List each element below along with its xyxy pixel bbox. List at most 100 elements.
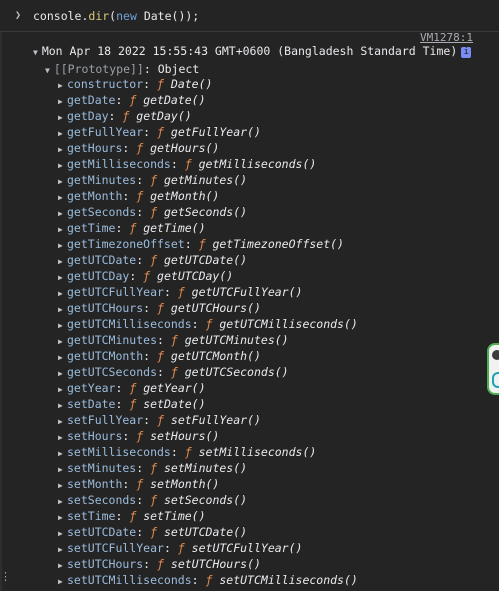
resize-handle-icon[interactable]: ⋮ bbox=[0, 570, 11, 583]
property-row[interactable]: ▶ setSeconds: ƒ setSeconds() bbox=[58, 492, 358, 508]
property-row[interactable]: ▶ getHours: ƒ getHours() bbox=[58, 140, 358, 156]
function-name: setDate() bbox=[143, 397, 206, 411]
source-link[interactable]: VM1278:1 bbox=[420, 31, 473, 44]
console-gutter bbox=[0, 32, 2, 591]
property-row[interactable]: ▶ setDate: ƒ setDate() bbox=[58, 396, 358, 412]
function-name: setMonth() bbox=[150, 477, 220, 491]
property-row[interactable]: ▶ setUTCHours: ƒ setUTCHours() bbox=[58, 556, 358, 572]
property-key: setDate bbox=[67, 397, 116, 411]
function-name: getSeconds() bbox=[163, 205, 248, 219]
property-separator: : bbox=[143, 77, 158, 91]
property-row[interactable]: ▶ setFullYear: ƒ setFullYear() bbox=[58, 412, 358, 428]
function-symbol: ƒ bbox=[177, 541, 185, 555]
property-separator: : bbox=[115, 397, 130, 411]
property-key: getUTCDay bbox=[67, 269, 130, 283]
property-key: getSeconds bbox=[67, 205, 137, 219]
property-row[interactable]: ▶ getUTCFullYear: ƒ getUTCFullYear() bbox=[58, 284, 358, 300]
function-symbol: ƒ bbox=[170, 365, 178, 379]
devtools-console: ❯ console.dir(new Date()); VM1278:1 ▼ Mon… bbox=[0, 0, 499, 591]
property-separator: : bbox=[191, 573, 206, 587]
property-row[interactable]: ▶ setUTCMilliseconds: ƒ setUTCMillisecond… bbox=[58, 572, 358, 588]
function-name: getMonth() bbox=[150, 189, 220, 203]
date-summary-text: Mon Apr 18 2022 15:55:43 GMT+0600 (Bangl… bbox=[41, 44, 458, 58]
triangle-down-icon[interactable]: ▼ bbox=[45, 66, 50, 75]
property-key: getMilliseconds bbox=[67, 157, 171, 171]
property-separator: : bbox=[163, 541, 178, 555]
triangle-right-icon[interactable]: ▶ bbox=[58, 574, 67, 590]
property-separator: : bbox=[115, 93, 130, 107]
property-row[interactable]: ▶ getDay: ƒ getDay() bbox=[58, 108, 358, 124]
property-key: setUTCMilliseconds bbox=[67, 573, 192, 587]
property-row[interactable]: ▶ getMonth: ƒ getMonth() bbox=[58, 188, 358, 204]
property-row[interactable]: ▶ getMilliseconds: ƒ getMilliseconds() bbox=[58, 156, 358, 172]
property-row[interactable]: ▶ setHours: ƒ setHours() bbox=[58, 428, 358, 444]
property-separator: : bbox=[122, 141, 137, 155]
function-name: getTime() bbox=[143, 221, 206, 235]
property-row[interactable]: ▶ getSeconds: ƒ getSeconds() bbox=[58, 204, 358, 220]
function-name: getUTCHours() bbox=[170, 301, 261, 315]
property-key: setHours bbox=[67, 429, 123, 443]
property-separator: : bbox=[143, 557, 158, 571]
property-key: getYear bbox=[67, 381, 116, 395]
property-row[interactable]: ▶ setUTCFullYear: ƒ setUTCFullYear() bbox=[58, 540, 358, 556]
prototype-method-list: ▶ constructor: ƒ Date() ▶ getDate: ƒ getDat… bbox=[58, 76, 358, 588]
property-row[interactable]: ▶ getUTCDate: ƒ getUTCDate() bbox=[58, 252, 358, 268]
property-row[interactable]: ▶ getTime: ƒ getTime() bbox=[58, 220, 358, 236]
property-row[interactable]: ▶ getFullYear: ƒ getFullYear() bbox=[58, 124, 358, 140]
function-name: setMilliseconds() bbox=[198, 445, 317, 459]
property-row[interactable]: ▶ getUTCMonth: ƒ getUTCMonth() bbox=[58, 348, 358, 364]
property-key: getUTCDate bbox=[67, 253, 137, 267]
function-symbol: ƒ bbox=[157, 301, 164, 315]
property-row[interactable]: ▶ getUTCMilliseconds: ƒ getUTCMillisecond… bbox=[58, 316, 358, 332]
property-key: setSeconds bbox=[67, 493, 137, 507]
property-key: getUTCMonth bbox=[67, 349, 144, 363]
console-command[interactable]: console.dir(new Date()); bbox=[33, 9, 199, 23]
function-symbol: ƒ bbox=[157, 349, 164, 363]
code-class-name: Date bbox=[143, 9, 172, 23]
function-symbol: ƒ bbox=[150, 461, 158, 475]
property-row[interactable]: ▶ getTimezoneOffset: ƒ getTimezoneOffset(… bbox=[58, 236, 358, 252]
property-row[interactable]: ▶ getUTCSeconds: ƒ getUTCSeconds() bbox=[58, 364, 358, 380]
property-row[interactable]: ▶ setMinutes: ƒ setMinutes() bbox=[58, 460, 358, 476]
function-name: setHours() bbox=[150, 429, 220, 443]
function-name: getUTCDate() bbox=[163, 253, 248, 267]
property-separator: : bbox=[115, 509, 130, 523]
property-row[interactable]: ▶ getMinutes: ƒ getMinutes() bbox=[58, 172, 358, 188]
property-row[interactable]: ▶ getUTCMinutes: ƒ getUTCMinutes() bbox=[58, 332, 358, 348]
property-row[interactable]: ▶ getYear: ƒ getYear() bbox=[58, 380, 358, 396]
prototype-row[interactable]: ▼ [[Prototype]]: Object bbox=[45, 62, 199, 76]
function-name: setUTCMilliseconds() bbox=[219, 573, 358, 587]
property-separator: : bbox=[136, 461, 151, 475]
console-input-line[interactable]: ❯ console.dir(new Date()); bbox=[0, 0, 499, 32]
property-row[interactable]: ▶ setMonth: ƒ setMonth() bbox=[58, 476, 358, 492]
property-row[interactable]: ▶ setTime: ƒ setTime() bbox=[58, 508, 358, 524]
property-row[interactable]: ▶ setUTCDate: ƒ setUTCDate() bbox=[58, 524, 358, 540]
property-separator: : bbox=[143, 413, 158, 427]
triangle-down-icon[interactable]: ▼ bbox=[33, 48, 38, 57]
property-row[interactable]: ▶ setMilliseconds: ƒ setMilliseconds() bbox=[58, 444, 358, 460]
code-close: ()); bbox=[171, 9, 200, 23]
property-separator: : bbox=[170, 157, 185, 171]
side-floating-widget[interactable] bbox=[487, 343, 499, 395]
function-name: setUTCFullYear() bbox=[191, 541, 303, 555]
property-key: getUTCMilliseconds bbox=[67, 317, 192, 331]
function-name: getUTCSeconds() bbox=[184, 365, 289, 379]
function-symbol: ƒ bbox=[157, 125, 164, 139]
property-separator: : bbox=[108, 109, 123, 123]
property-row[interactable]: ▶ getDate: ƒ getDate() bbox=[58, 92, 358, 108]
function-name: Date() bbox=[170, 77, 213, 91]
function-name: setFullYear() bbox=[170, 413, 261, 427]
function-name: getUTCMilliseconds() bbox=[219, 317, 358, 331]
property-separator: : bbox=[136, 253, 151, 267]
property-key: getUTCFullYear bbox=[67, 285, 164, 299]
property-row[interactable]: ▶ getUTCDay: ƒ getUTCDay() bbox=[58, 268, 358, 284]
property-key: setFullYear bbox=[67, 413, 144, 427]
date-summary-row[interactable]: ▼ Mon Apr 18 2022 15:55:43 GMT+0600 (Bang… bbox=[33, 44, 472, 58]
function-symbol: ƒ bbox=[177, 285, 185, 299]
property-row[interactable]: ▶ constructor: ƒ Date() bbox=[58, 76, 358, 92]
property-key: getMonth bbox=[67, 189, 123, 203]
property-row[interactable]: ▶ getUTCHours: ƒ getUTCHours() bbox=[58, 300, 358, 316]
function-symbol: ƒ bbox=[157, 413, 164, 427]
info-icon[interactable]: i bbox=[461, 47, 472, 58]
property-separator: : bbox=[143, 125, 158, 139]
